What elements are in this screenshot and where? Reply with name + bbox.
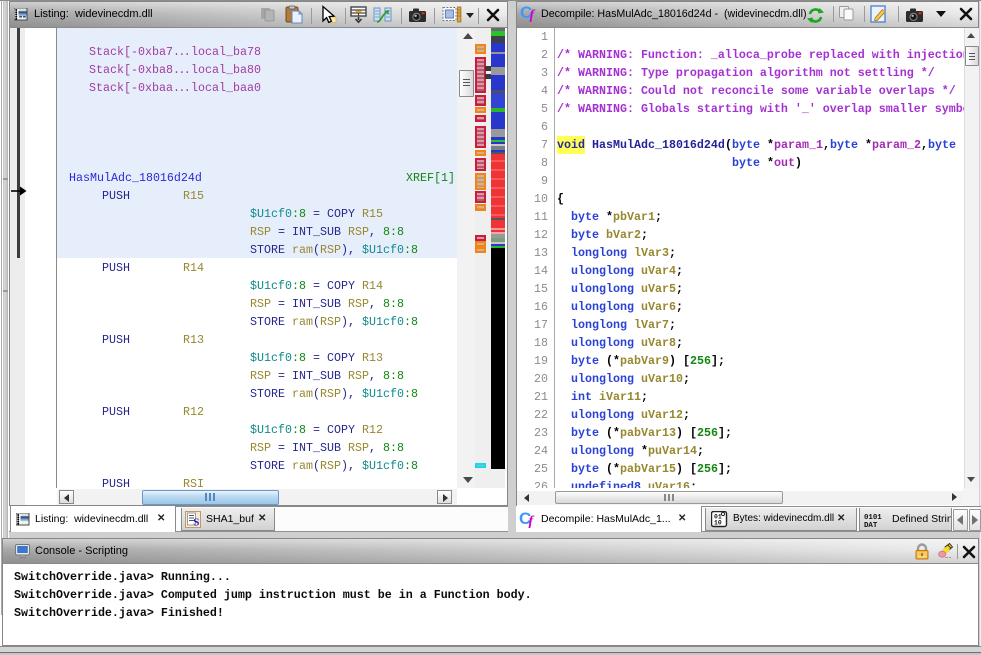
svg-text:S: S [193,517,199,528]
svg-text:0101: 0101 [864,514,882,522]
svg-text:DAT: DAT [864,522,878,528]
svg-text:10: 10 [714,520,722,527]
